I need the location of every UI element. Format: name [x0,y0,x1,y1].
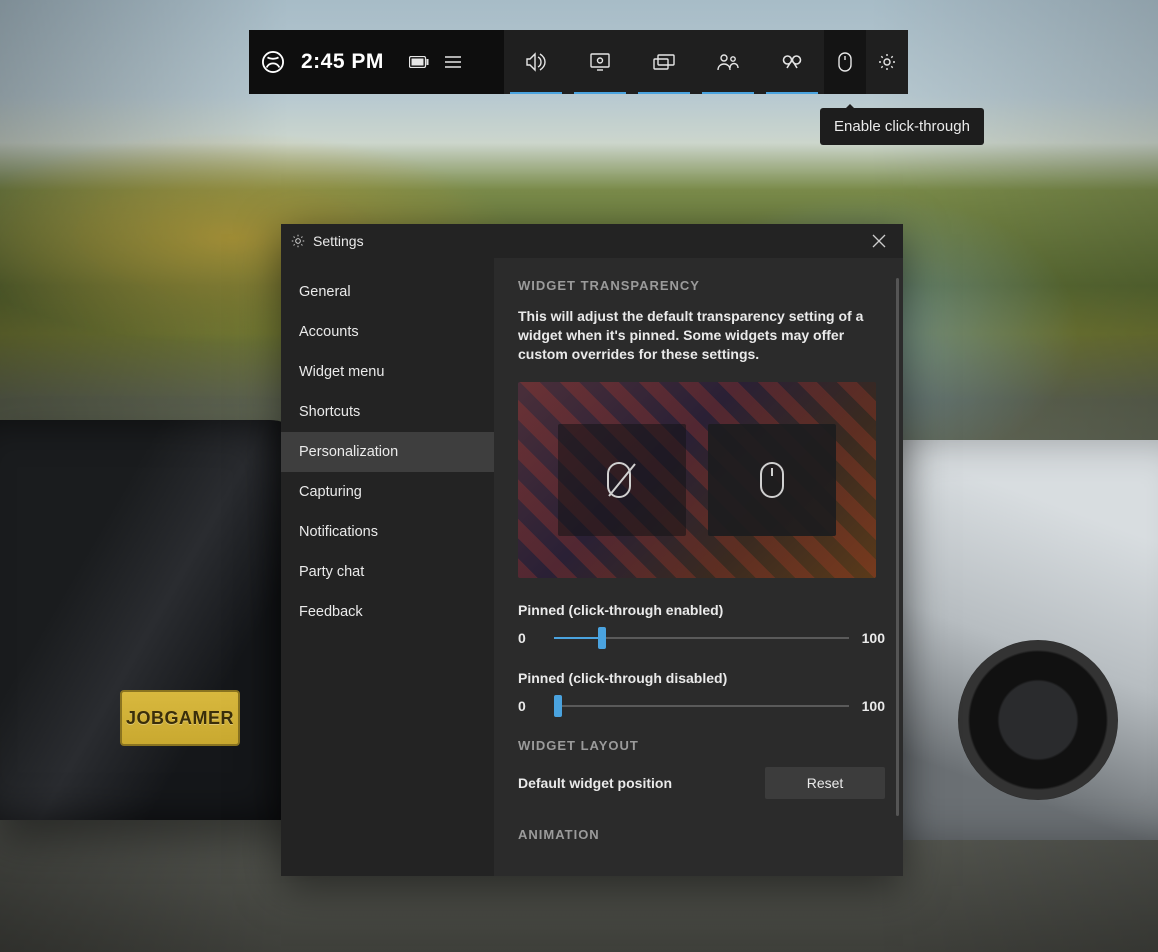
scrollbar[interactable] [896,278,899,816]
sidebar-item-shortcuts[interactable]: Shortcuts [281,392,494,432]
sidebar-item-personalization[interactable]: Personalization [281,432,494,472]
section-heading-animation: ANIMATION [518,827,885,842]
game-bar-left: 2:45 PM [249,30,504,94]
license-plate: JOBGAMER [120,690,240,746]
game-bar-widgets [504,30,908,94]
settings-button[interactable] [866,30,908,94]
slider2-label: Pinned (click-through disabled) [518,670,885,686]
sidebar-item-widget-menu[interactable]: Widget menu [281,352,494,392]
car-left [0,420,310,820]
slider1-min: 0 [518,630,542,646]
looking-for-group-widget-button[interactable] [760,30,824,94]
xbox-social-widget-button[interactable] [696,30,760,94]
car-wheel [958,640,1118,800]
clock: 2:45 PM [301,50,384,74]
click-through-tooltip: Enable click-through [820,108,984,145]
slider1-label: Pinned (click-through enabled) [518,602,885,618]
transparency-preview [518,382,876,578]
audio-widget-button[interactable] [504,30,568,94]
section-heading-layout: WIDGET LAYOUT [518,738,885,753]
transparency-description: This will adjust the default transparenc… [518,307,878,364]
sidebar-item-capturing[interactable]: Capturing [281,472,494,512]
game-bar: 2:45 PM [249,30,908,94]
transparency-slider-disabled[interactable] [554,696,849,716]
battery-icon[interactable] [402,56,436,68]
gear-icon [291,234,305,248]
default-position-label: Default widget position [518,775,672,791]
section-heading-transparency: WIDGET TRANSPARENCY [518,278,885,293]
transparency-slider-enabled[interactable] [554,628,849,648]
sidebar-item-general[interactable]: General [281,272,494,312]
xbox-icon[interactable] [249,51,297,73]
sidebar-item-feedback[interactable]: Feedback [281,592,494,632]
settings-sidebar: General Accounts Widget menu Shortcuts P… [281,258,494,876]
settings-content[interactable]: WIDGET TRANSPARENCY This will adjust the… [494,258,903,876]
slider2-row: 0 100 [518,696,885,716]
settings-titlebar: Settings [281,224,903,258]
menu-icon[interactable] [436,56,470,68]
sidebar-item-accounts[interactable]: Accounts [281,312,494,352]
capture-widget-button[interactable] [632,30,696,94]
click-through-button[interactable] [824,30,866,94]
slider1-row: 0 100 [518,628,885,648]
preview-click-through-on [558,424,686,536]
reset-button[interactable]: Reset [765,767,885,799]
performance-widget-button[interactable] [568,30,632,94]
sidebar-item-party-chat[interactable]: Party chat [281,552,494,592]
slider2-min: 0 [518,698,542,714]
close-button[interactable] [865,227,893,255]
sidebar-item-notifications[interactable]: Notifications [281,512,494,552]
settings-title: Settings [313,233,865,249]
slider2-max: 100 [861,698,885,714]
settings-window: Settings General Accounts Widget menu Sh… [281,224,903,876]
preview-click-through-off [708,424,836,536]
slider1-max: 100 [861,630,885,646]
